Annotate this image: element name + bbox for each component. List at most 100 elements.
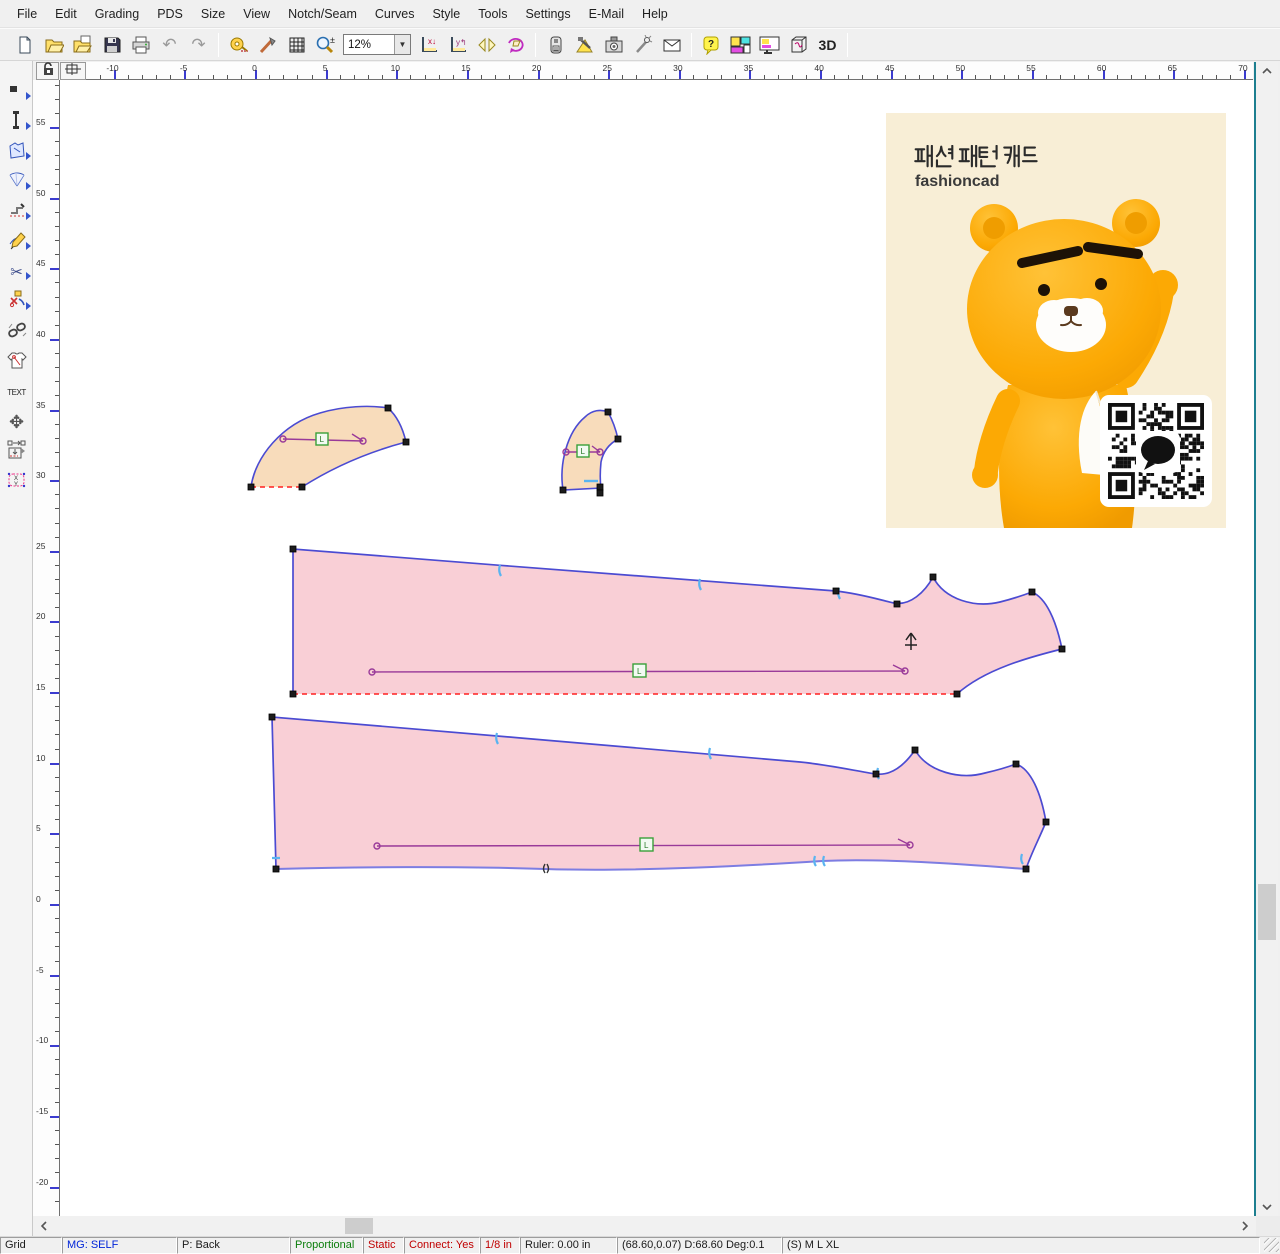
vertex-handle[interactable]: [248, 484, 254, 490]
new-document-button[interactable]: [10, 31, 39, 58]
print-button[interactable]: [126, 31, 155, 58]
measure-check-button[interactable]: [570, 31, 599, 58]
ruler-tick: [990, 75, 991, 79]
text-tool[interactable]: TEXT: [2, 378, 31, 406]
erase-tool[interactable]: [2, 198, 31, 226]
ruler-tick: [55, 565, 59, 566]
preview-monitor-button[interactable]: [755, 31, 784, 58]
vertex-handle[interactable]: [290, 546, 296, 552]
menu-view[interactable]: View: [234, 3, 279, 25]
xy-measure-tool[interactable]: XY: [2, 468, 31, 496]
tile-windows-button[interactable]: [726, 31, 755, 58]
move-tool[interactable]: ✥: [2, 408, 31, 436]
vertex-handle[interactable]: [605, 409, 611, 415]
rotate-piece-button[interactable]: [501, 31, 530, 58]
menu-settings[interactable]: Settings: [516, 3, 579, 25]
ruler-origin-cell[interactable]: [60, 62, 86, 80]
ruler-label: 30: [36, 470, 45, 480]
open-multiple-button[interactable]: [68, 31, 97, 58]
scroll-down-button[interactable]: [1256, 1198, 1278, 1216]
plotter-3d-button[interactable]: [784, 31, 813, 58]
scissors-tool[interactable]: ✂: [2, 258, 31, 286]
vertex-handle[interactable]: [290, 691, 296, 697]
vertex-handle[interactable]: [385, 405, 391, 411]
menu-notch-seam[interactable]: Notch/Seam: [279, 3, 366, 25]
garment-tool[interactable]: [2, 348, 31, 376]
vertex-handle[interactable]: [269, 714, 275, 720]
ruler-tick: [50, 904, 59, 906]
redo-button[interactable]: ↷: [184, 31, 213, 58]
vertex-handle[interactable]: [615, 436, 621, 442]
link-join-tool[interactable]: [2, 318, 31, 346]
vertex-handle[interactable]: [597, 484, 603, 490]
vertex-handle[interactable]: [597, 490, 603, 496]
nest-x-button[interactable]: x↓: [414, 31, 443, 58]
vertex-handle[interactable]: [1029, 589, 1035, 595]
zoom-button[interactable]: ±: [311, 31, 340, 58]
nest-y-button[interactable]: y↰: [443, 31, 472, 58]
svg-text:Y: Y: [14, 482, 18, 488]
pencil-icon: [7, 230, 27, 255]
horizontal-scrollbar[interactable]: [33, 1216, 1256, 1236]
dart-fan-tool[interactable]: [2, 168, 31, 196]
menu-curves[interactable]: Curves: [366, 3, 424, 25]
pencil-curve-tool[interactable]: [2, 228, 31, 256]
ruler-tick: [50, 339, 59, 341]
vertex-handle[interactable]: [930, 574, 936, 580]
menu-size[interactable]: Size: [192, 3, 234, 25]
vertex-handle[interactable]: [894, 601, 900, 607]
vertex-handle[interactable]: [912, 747, 918, 753]
ruler-tick: [55, 141, 59, 142]
copy-offset-tool[interactable]: [2, 438, 31, 466]
save-button[interactable]: [97, 31, 126, 58]
zoom-dropdown-arrow[interactable]: ▼: [394, 35, 410, 54]
vertex-handle[interactable]: [1043, 819, 1049, 825]
menu-tools[interactable]: Tools: [469, 3, 516, 25]
scroll-left-button[interactable]: [35, 1216, 53, 1236]
ruler-lock-cell[interactable]: [36, 62, 59, 80]
vertex-handle[interactable]: [299, 484, 305, 490]
select-tool[interactable]: [2, 78, 31, 106]
ruler-tick: [128, 75, 129, 79]
view-3d-button[interactable]: 3D: [813, 31, 842, 58]
open-button[interactable]: [39, 31, 68, 58]
menu-email[interactable]: E-Mail: [580, 3, 633, 25]
menu-pds[interactable]: PDS: [148, 3, 192, 25]
vertex-handle[interactable]: [1013, 761, 1019, 767]
pattern-piece-tool[interactable]: [2, 138, 31, 166]
mirror-button[interactable]: [472, 31, 501, 58]
vertex-handle[interactable]: [560, 487, 566, 493]
vertical-scroll-thumb[interactable]: [1258, 884, 1276, 940]
menu-file[interactable]: File: [8, 3, 46, 25]
email-button[interactable]: [657, 31, 686, 58]
vertex-handle[interactable]: [403, 439, 409, 445]
menu-grading[interactable]: Grading: [86, 3, 148, 25]
resize-grip[interactable]: [1264, 1238, 1279, 1252]
snapshot-button[interactable]: [599, 31, 628, 58]
ruler-tick: [55, 466, 59, 467]
scroll-right-button[interactable]: [1236, 1216, 1254, 1236]
vertex-handle[interactable]: [873, 771, 879, 777]
awl-tool-button[interactable]: [253, 31, 282, 58]
horizontal-scroll-thumb[interactable]: [345, 1218, 373, 1234]
notch-cut-tool[interactable]: [2, 288, 31, 316]
menu-style[interactable]: Style: [423, 3, 469, 25]
printer-icon: [131, 35, 151, 55]
probe-tool-button[interactable]: [628, 31, 657, 58]
grade-machine-button[interactable]: [541, 31, 570, 58]
vertex-handle[interactable]: [273, 866, 279, 872]
menu-help[interactable]: Help: [633, 3, 677, 25]
vertex-handle[interactable]: [1023, 866, 1029, 872]
scroll-up-button[interactable]: [1256, 62, 1278, 80]
vertex-handle[interactable]: [833, 588, 839, 594]
vertical-scrollbar[interactable]: [1256, 62, 1278, 1216]
point-line-tool[interactable]: [2, 108, 31, 136]
menu-edit[interactable]: Edit: [46, 3, 86, 25]
help-button[interactable]: ?: [697, 31, 726, 58]
vertex-handle[interactable]: [1059, 646, 1065, 652]
grid-table-button[interactable]: [282, 31, 311, 58]
tape-measure-button[interactable]: [224, 31, 253, 58]
zoom-level-select[interactable]: 12% ▼: [343, 34, 411, 55]
undo-button[interactable]: ↶: [155, 31, 184, 58]
vertex-handle[interactable]: [954, 691, 960, 697]
